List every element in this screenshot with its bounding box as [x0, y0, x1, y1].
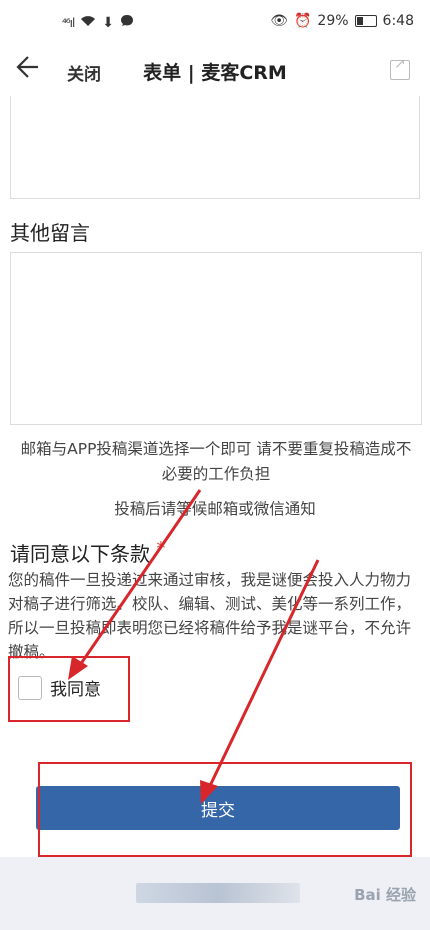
watermark: Bai 经验 [354, 886, 416, 904]
annotation-arrows [68, 489, 320, 804]
annotation-arrowhead-2 [200, 780, 218, 804]
annotation-arrow-2 [206, 559, 320, 791]
annotation-arrow-1 [76, 489, 202, 669]
blurred-footer [136, 883, 300, 903]
